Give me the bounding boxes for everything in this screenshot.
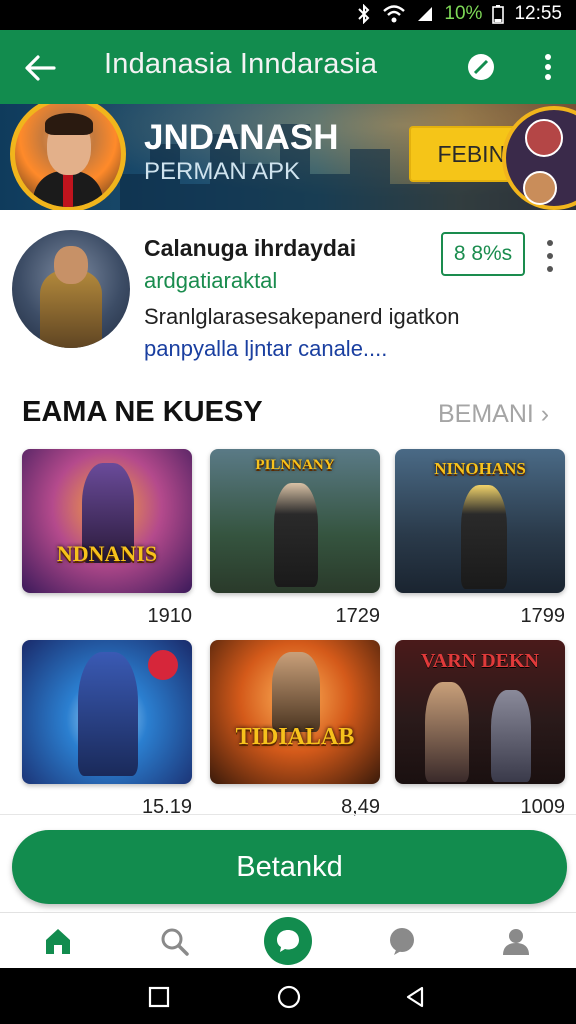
clock: 12:55: [514, 3, 562, 24]
chevron-right-icon: ›: [533, 400, 550, 428]
signal-icon: [418, 7, 433, 21]
promo-banner[interactable]: JNDANASH PERMAN APK FEBINY: [0, 104, 576, 210]
messages-icon[interactable]: [386, 925, 418, 957]
banner-avatars: [502, 106, 576, 210]
game-character: [274, 483, 318, 587]
game-tile-5[interactable]: TIDIALAB: [210, 640, 380, 784]
game-score: 1009: [520, 796, 566, 818]
search-icon[interactable]: [158, 925, 190, 957]
primary-cta-button[interactable]: Betankd: [12, 830, 567, 904]
system-navigation-bar: [0, 968, 576, 1024]
battery-icon: [492, 5, 505, 24]
game-character: [78, 652, 138, 776]
card-more-icon[interactable]: [544, 238, 556, 274]
chat-button[interactable]: [264, 917, 312, 965]
developer-handle[interactable]: ardgatiaraktal: [144, 268, 277, 294]
game-tile-6[interactable]: VARN DEKN: [395, 640, 565, 784]
game-score: 8,49: [341, 796, 380, 818]
game-tile-2[interactable]: PILNNANY: [210, 449, 380, 593]
game-score: 1729: [335, 605, 381, 627]
recents-icon[interactable]: [148, 986, 170, 1008]
game-tile-label: PILNNANY: [255, 457, 335, 473]
app-title: Indanasia Inndarasia: [104, 48, 378, 80]
game-tile-4[interactable]: [22, 640, 192, 784]
home-circle-icon[interactable]: [277, 985, 301, 1009]
back-arrow-icon[interactable]: [20, 48, 60, 88]
game-score: 1910: [147, 605, 193, 627]
game-character: [272, 652, 320, 732]
game-tile-1[interactable]: NDNANIS: [22, 449, 192, 593]
banner-subtitle: PERMAN APK: [144, 158, 301, 185]
battery-percent: 10%: [444, 3, 483, 24]
more-vert-icon[interactable]: [538, 52, 558, 82]
home-icon[interactable]: [42, 925, 74, 957]
price-button[interactable]: 8 8%s: [441, 232, 525, 276]
game-tile-label: TIDIALAB: [235, 724, 355, 750]
game-score: 15.19: [141, 796, 192, 818]
section-title: EAMA NE KUESY: [22, 396, 263, 428]
developer-description-more[interactable]: panpyalla ljntar canale....: [144, 336, 387, 362]
status-bar: 10% 12:55: [0, 0, 576, 30]
developer-card: Calanuga ihrdaydai ardgatiaraktal Sranlg…: [0, 212, 576, 380]
banner-title: JNDANASH: [144, 118, 339, 157]
see-more-label: BEMANI: [438, 400, 534, 428]
developer-avatar[interactable]: [12, 230, 130, 348]
profile-icon[interactable]: [500, 925, 532, 957]
developer-description: Sranlglarasesakepanerd igatkon: [144, 304, 460, 329]
game-tile-3[interactable]: NINOHANS: [395, 449, 565, 593]
wifi-icon: [383, 5, 406, 23]
back-triangle-icon[interactable]: [404, 986, 426, 1008]
banner-avatar: [10, 104, 126, 210]
bluetooth-icon: [358, 4, 370, 24]
bottom-navigation: [0, 912, 576, 968]
leaf-icon[interactable]: [466, 52, 496, 82]
app-bar: Indanasia Inndarasia: [0, 30, 576, 104]
game-tile-label: NINOHANS: [434, 459, 526, 478]
section-see-more-link[interactable]: BEMANI ›: [438, 400, 549, 429]
developer-name: Calanuga ihrdaydai: [144, 235, 357, 261]
game-score: 1799: [520, 605, 566, 627]
game-character: [491, 690, 531, 782]
game-tile-label: NDNANIS: [56, 541, 158, 566]
chat-bubble-icon: [277, 930, 299, 952]
divider: [0, 814, 576, 815]
game-character: [425, 682, 469, 782]
game-tile-label: VARN DEKN: [421, 650, 539, 672]
game-badge-icon: [148, 650, 178, 680]
game-character: [461, 485, 507, 589]
